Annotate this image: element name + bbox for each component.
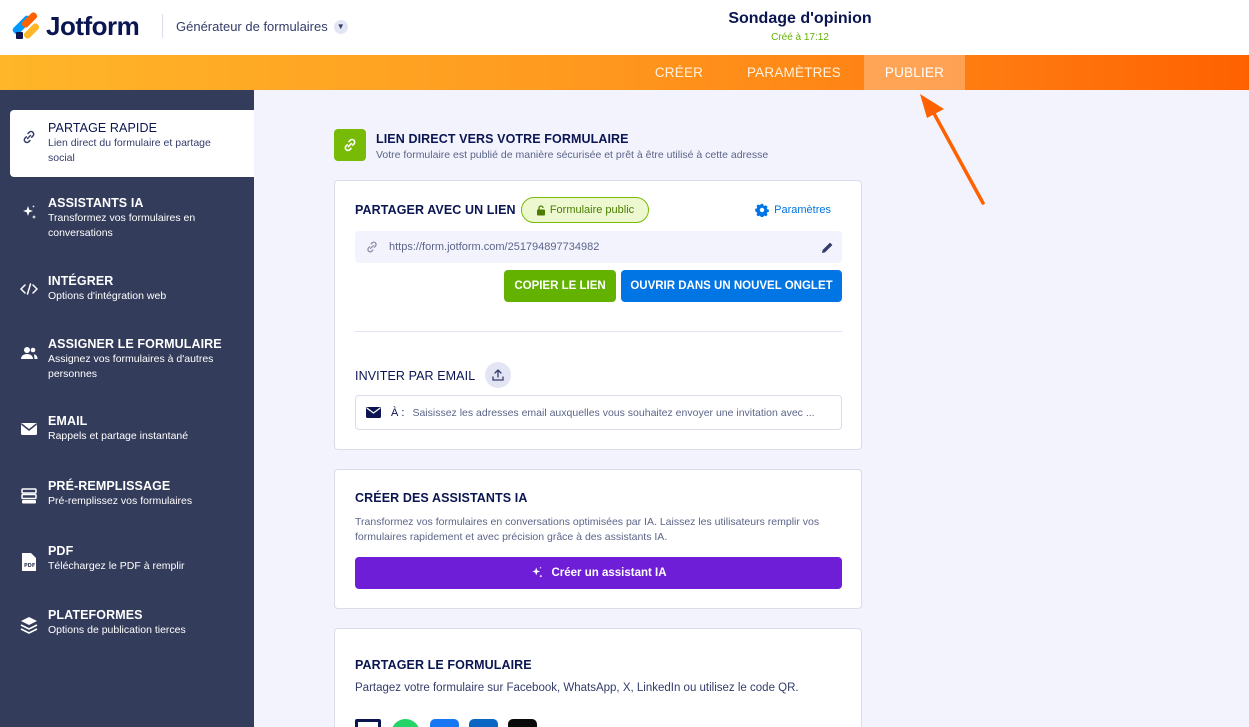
- share-link-card: PARTAGER AVEC UN LIEN Formulaire public …: [334, 180, 862, 450]
- sidebar-item-email[interactable]: EMAIL Rappels et partage instantané: [10, 414, 254, 454]
- sidebar-item-desc: Pré-remplissez vos formulaires: [48, 495, 193, 507]
- tab-settings[interactable]: PARAMÈTRES: [736, 55, 852, 90]
- arrow-pointer-icon: [920, 94, 985, 205]
- share-form-desc: Partagez votre formulaire sur Facebook, …: [355, 682, 799, 694]
- share-link-title: PARTAGER AVEC UN LIEN: [355, 203, 516, 217]
- sidebar-item-prefill[interactable]: PRÉ-REMPLISSAGE Pré-remplissez vos formu…: [10, 479, 254, 519]
- sparkle-icon: [532, 566, 543, 578]
- sidebar-item-platforms[interactable]: PLATEFORMES Options de publication tierc…: [10, 608, 254, 648]
- sidebar-item-title: PRÉ-REMPLISSAGE: [48, 479, 171, 493]
- copy-link-button[interactable]: COPIER LE LIEN: [504, 270, 616, 302]
- form-url-text: https://form.jotform.com/251794897734982: [389, 241, 600, 253]
- tab-create[interactable]: CRÉER: [640, 55, 718, 90]
- invite-email-field[interactable]: À : Saisissez les adresses email auxquel…: [355, 395, 842, 430]
- code-icon: [10, 274, 48, 314]
- sidebar-item-title: EMAIL: [48, 414, 88, 428]
- header-divider: [162, 14, 163, 38]
- sidebar-item-title: ASSISTANTS IA: [48, 196, 144, 210]
- sidebar-item-title: ASSIGNER LE FORMULAIRE: [48, 337, 222, 351]
- public-form-label: Formulaire public: [549, 204, 635, 216]
- sidebar-item-title: PDF: [48, 544, 74, 558]
- lock-icon: [536, 204, 545, 215]
- jotform-logo-icon: [11, 11, 41, 40]
- chevron-down-icon: ▼: [333, 19, 348, 34]
- sidebar-item-pdf[interactable]: PDF PDF Téléchargez le PDF à remplir: [10, 544, 254, 584]
- sidebar-item-title: PARTAGE RAPIDE: [48, 121, 158, 135]
- jotform-logo[interactable]: Jotform: [11, 10, 140, 41]
- link-settings-button[interactable]: Paramètres: [755, 203, 831, 217]
- ai-assistant-card: CRÉER DES ASSISTANTS IA Transformez vos …: [334, 469, 862, 609]
- sidebar-item-title: INTÉGRER: [48, 274, 114, 288]
- share-icons-row: [355, 719, 537, 727]
- sidebar-item-desc: Assignez vos formulaires à d'autres pers…: [48, 353, 214, 380]
- tab-publish[interactable]: PUBLIER: [864, 55, 965, 90]
- sidebar-item-desc: Lien direct du formulaire et partage soc…: [48, 137, 211, 164]
- invite-email-placeholder: Saisissez les adresses email auxquelles …: [412, 406, 815, 419]
- facebook-icon[interactable]: [430, 719, 459, 727]
- sidebar-item-assign-form[interactable]: ASSIGNER LE FORMULAIRE Assignez vos form…: [10, 337, 254, 387]
- sidebar-item-desc: Transformez vos formulaires en conversat…: [48, 212, 196, 239]
- pdf-icon: PDF: [10, 544, 48, 584]
- builder-menu-label: Générateur de formulaires: [176, 19, 328, 34]
- brand-name: Jotform: [46, 10, 140, 41]
- gear-icon: [755, 203, 769, 217]
- form-title[interactable]: Sondage d'opinion: [700, 10, 900, 28]
- card-divider: [355, 331, 842, 332]
- pencil-icon[interactable]: [821, 241, 834, 254]
- sidebar-item-desc: Options d'intégration web: [48, 290, 167, 302]
- whatsapp-icon[interactable]: [391, 719, 420, 727]
- sidebar-item-title: PLATEFORMES: [48, 608, 143, 622]
- link-icon: [334, 129, 366, 161]
- builder-menu[interactable]: Générateur de formulaires ▼: [176, 19, 348, 34]
- upload-icon[interactable]: [485, 362, 511, 388]
- sidebar-item-ai-assistants[interactable]: ASSISTANTS IA Transformez vos formulaire…: [10, 196, 254, 246]
- prefill-icon: [10, 479, 48, 519]
- share-form-title: PARTAGER LE FORMULAIRE: [355, 658, 532, 672]
- users-icon: [10, 337, 48, 387]
- qr-code-icon[interactable]: [355, 719, 381, 727]
- form-url-field[interactable]: https://form.jotform.com/251794897734982: [355, 231, 842, 263]
- create-ai-assistant-button[interactable]: Créer un assistant IA: [355, 557, 842, 589]
- share-form-card: PARTAGER LE FORMULAIRE Partagez votre fo…: [334, 628, 862, 727]
- builder-nav: CRÉER PARAMÈTRES PUBLIER: [0, 55, 1249, 90]
- direct-link-header: LIEN DIRECT VERS VOTRE FORMULAIRE Votre …: [334, 129, 768, 161]
- open-new-tab-button[interactable]: OUVRIR DANS UN NOUVEL ONGLET: [621, 270, 842, 302]
- sidebar-item-quick-share[interactable]: PARTAGE RAPIDE Lien direct du formulaire…: [10, 110, 254, 177]
- public-form-badge[interactable]: Formulaire public: [521, 197, 649, 223]
- svg-text:PDF: PDF: [24, 563, 35, 569]
- form-created-status: Créé à 17:12: [771, 32, 829, 43]
- linkedin-icon[interactable]: [469, 719, 498, 727]
- sparkle-icon: [10, 196, 48, 246]
- invite-to-label: À :: [391, 406, 405, 419]
- sidebar-item-embed[interactable]: INTÉGRER Options d'intégration web: [10, 274, 254, 314]
- sidebar-item-desc: Téléchargez le PDF à remplir: [48, 560, 185, 572]
- create-ai-assistant-label: Créer un assistant IA: [551, 567, 667, 579]
- sidebar-item-desc: Rappels et partage instantané: [48, 430, 189, 442]
- envelope-icon: [10, 414, 48, 454]
- ai-card-desc: Transformez vos formulaires en conversat…: [355, 516, 820, 543]
- link-icon: [10, 121, 48, 177]
- section-subtitle: Votre formulaire est publié de manière s…: [376, 149, 769, 161]
- x-icon[interactable]: [508, 719, 537, 727]
- layers-icon: [10, 608, 48, 648]
- link-icon: [367, 241, 377, 253]
- ai-card-title: CRÉER DES ASSISTANTS IA: [355, 491, 528, 505]
- link-settings-label: Paramètres: [774, 204, 831, 216]
- envelope-icon: [366, 407, 381, 418]
- top-header: Jotform Générateur de formulaires ▼ Sond…: [0, 0, 1249, 55]
- sidebar-item-desc: Options de publication tierces: [48, 624, 186, 636]
- section-title: LIEN DIRECT VERS VOTRE FORMULAIRE: [376, 132, 629, 146]
- invite-email-title: INVITER PAR EMAIL: [355, 369, 476, 383]
